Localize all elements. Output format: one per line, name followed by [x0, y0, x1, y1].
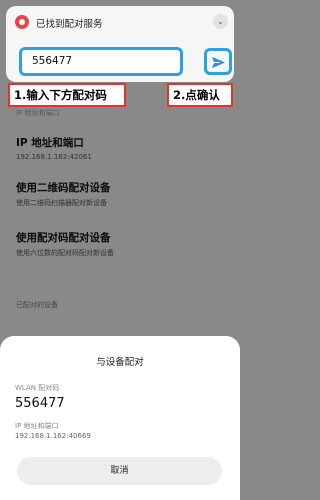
- wlan-code-label: WLAN 配对码: [15, 384, 60, 392]
- dialog-title: 与设备配对: [96, 357, 144, 368]
- send-icon: [211, 56, 226, 69]
- dialog-ip-value: 192.168.1.162:40669: [15, 432, 91, 440]
- dialog-ip-label: IP 地址和端口: [15, 422, 59, 430]
- annotation-step1: 1.输入下方配对码: [8, 83, 126, 107]
- wlan-code-value: 556477: [15, 396, 65, 411]
- app-icon: [15, 15, 29, 29]
- cancel-button[interactable]: 取消: [17, 457, 222, 485]
- pair-code-input[interactable]: 556477: [19, 47, 183, 76]
- notification-title: 已找到配对服务: [36, 19, 103, 30]
- pair-dialog: 与设备配对 WLAN 配对码 556477 IP 地址和端口 192.168.1…: [0, 336, 240, 500]
- annotation-step2: 2.点确认: [167, 83, 233, 107]
- chevron-down-icon[interactable]: ⌄: [213, 14, 228, 29]
- pairing-notification: 已找到配对服务 ⌄ 556477: [6, 6, 234, 82]
- pair-code-input-value: 556477: [32, 55, 73, 67]
- send-button[interactable]: [204, 48, 232, 75]
